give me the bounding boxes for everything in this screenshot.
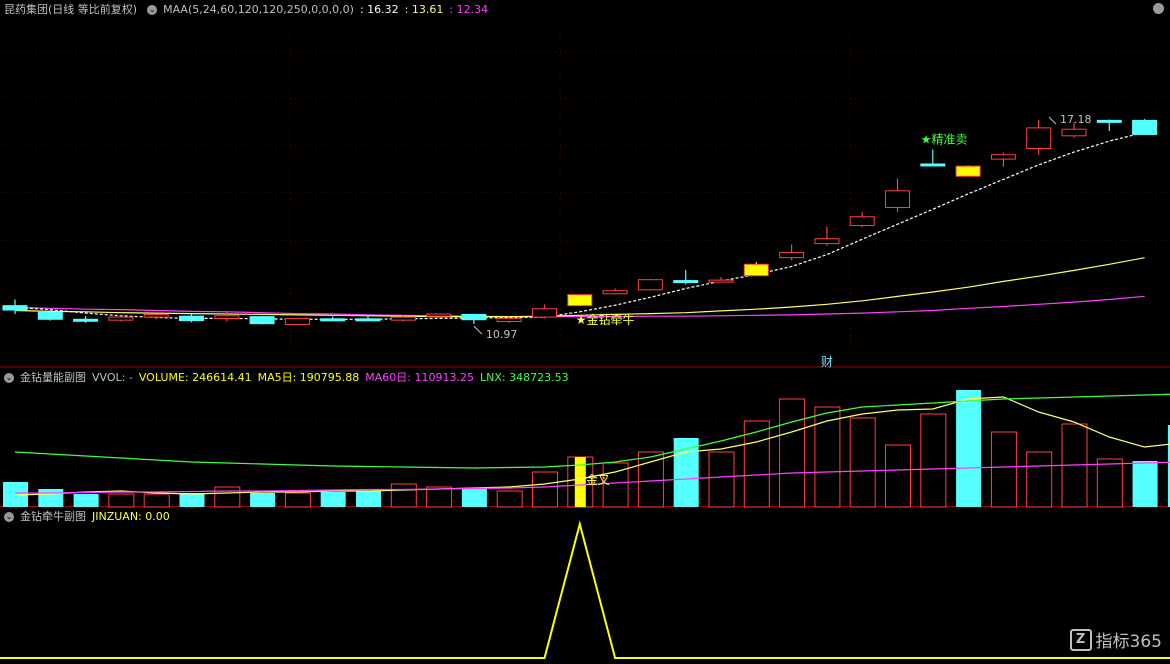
- low-marker-arrow: [473, 325, 483, 335]
- candle-body: [426, 313, 452, 317]
- candle-body: [849, 216, 875, 227]
- volume-bar: [532, 471, 558, 508]
- candle-body: [214, 315, 240, 319]
- candle-body: [673, 280, 699, 284]
- candle-body: [108, 316, 134, 321]
- vol-settings-circle-icon[interactable]: ⌄: [4, 373, 14, 383]
- volume-bar: [814, 406, 841, 508]
- watermark: Z 指标365: [1069, 627, 1162, 652]
- candle-body: [37, 311, 63, 320]
- ma-value-magenta: : 12.34: [449, 3, 489, 16]
- finance-report-marker: 财: [821, 355, 833, 369]
- candle-body: [814, 238, 840, 245]
- ma-line-white: [14, 131, 1145, 320]
- buy-signal-label: ★金钻牵牛: [576, 312, 635, 327]
- watermark-logo-icon: Z: [1069, 628, 1092, 651]
- vol-panel-title: 金钻量能副图: [20, 371, 86, 384]
- candle-body: [1026, 127, 1052, 150]
- candle-body: [2, 305, 28, 311]
- volume-bar: [284, 492, 311, 508]
- volume-bar: [1132, 461, 1158, 507]
- jinzuan-signal-line: [0, 520, 1170, 659]
- volume-bar: [214, 486, 241, 508]
- volume-bar: [920, 413, 947, 508]
- volume-bar: [1026, 451, 1053, 508]
- candle-body: [602, 290, 628, 295]
- sell-signal-label: ★精准卖: [921, 132, 968, 146]
- candle-body: [355, 318, 381, 322]
- volume-panel-header: ⌄ 金钻量能副图 VVOL: - VOLUME: 246614.41 MA5日:…: [0, 369, 575, 387]
- volume-bar: [356, 491, 381, 507]
- volume-bar: [849, 417, 876, 508]
- volume-bar: [990, 431, 1017, 508]
- chart-canvas[interactable]: 10.97 ★金钻牵牛 ★精准卖 17.18 财金叉: [0, 0, 1170, 664]
- golden-cross-label: 金叉: [586, 472, 610, 487]
- volume-bar: [320, 492, 346, 507]
- candle-body: [990, 154, 1016, 160]
- high-price-label: 17.18: [1060, 113, 1092, 126]
- close-panel-icon[interactable]: [1153, 3, 1164, 14]
- volume-bar: [143, 493, 170, 508]
- vvol-value: VVOL: -: [92, 371, 133, 384]
- volume-bar: [779, 398, 806, 508]
- candle-body: [143, 313, 169, 318]
- indicator-name: MAA(5,24,60,120,120,250,0,0,0,0): [163, 3, 354, 16]
- volume-bar: [426, 486, 453, 508]
- volume-bar: [73, 494, 99, 507]
- lnx-value: LNX: 348723.53: [479, 371, 569, 384]
- volume-bar: [250, 493, 276, 507]
- volume-bar: [885, 444, 911, 508]
- ma-value-white: : 16.32: [359, 3, 399, 16]
- settings-circle-icon[interactable]: ⌄: [147, 5, 158, 15]
- ma-value-yellow: : 13.61: [404, 3, 444, 16]
- ma5-value: MA5日: 190795.88: [257, 371, 360, 384]
- candle-body: [461, 313, 487, 321]
- volume-bar: [179, 493, 205, 507]
- candle-body: [955, 165, 981, 177]
- volume-bar: [637, 451, 664, 508]
- candle-body: [390, 316, 416, 321]
- stock-title: 昆药集团(日线 等比前复权): [4, 3, 138, 16]
- candle-body: [1061, 128, 1087, 137]
- candle-body: [920, 163, 946, 167]
- volume-bar: [390, 483, 417, 508]
- candle-body: [708, 279, 734, 283]
- jinzuan-value: JINZUAN: 0.00: [92, 510, 170, 523]
- candle-body: [1132, 119, 1158, 135]
- candle-body: [284, 317, 310, 326]
- volume-bar: [1096, 458, 1123, 508]
- volume-bar: [496, 490, 523, 508]
- candle-body: [496, 317, 522, 322]
- jz-settings-circle-icon[interactable]: ⌄: [4, 512, 14, 522]
- candle-body: [885, 190, 910, 209]
- candle-body: [743, 263, 769, 277]
- high-marker-arrow: [1048, 116, 1057, 125]
- candle-body: [73, 318, 99, 322]
- candle-body: [567, 294, 593, 307]
- volume-bar: [708, 451, 735, 508]
- price-panel-header: 昆药集团(日线 等比前复权) ⌄ MAA(5,24,60,120,120,250…: [0, 1, 494, 19]
- jinzuan-panel-header: ⌄ 金钻牵牛副图 JINZUAN: 0.00: [0, 508, 176, 526]
- candle-body: [1096, 119, 1122, 123]
- volume-bar: [956, 390, 982, 507]
- volume-bar: [38, 489, 64, 507]
- ma60-value: MA60日: 110913.25: [365, 371, 474, 384]
- candle-body: [637, 279, 663, 291]
- candle-body: [779, 251, 805, 259]
- candle-body: [532, 308, 557, 318]
- low-price-label: 10.97: [486, 328, 518, 341]
- volume-value: VOLUME: 246614.41: [138, 371, 252, 384]
- volume-bar: [461, 488, 487, 507]
- candle-body: [179, 315, 204, 322]
- watermark-text: 指标365: [1095, 632, 1162, 652]
- candle-body: [320, 318, 346, 322]
- volume-bar: [108, 493, 135, 508]
- jz-panel-title: 金钻牵牛副图: [20, 510, 86, 523]
- candle-body: [249, 316, 275, 325]
